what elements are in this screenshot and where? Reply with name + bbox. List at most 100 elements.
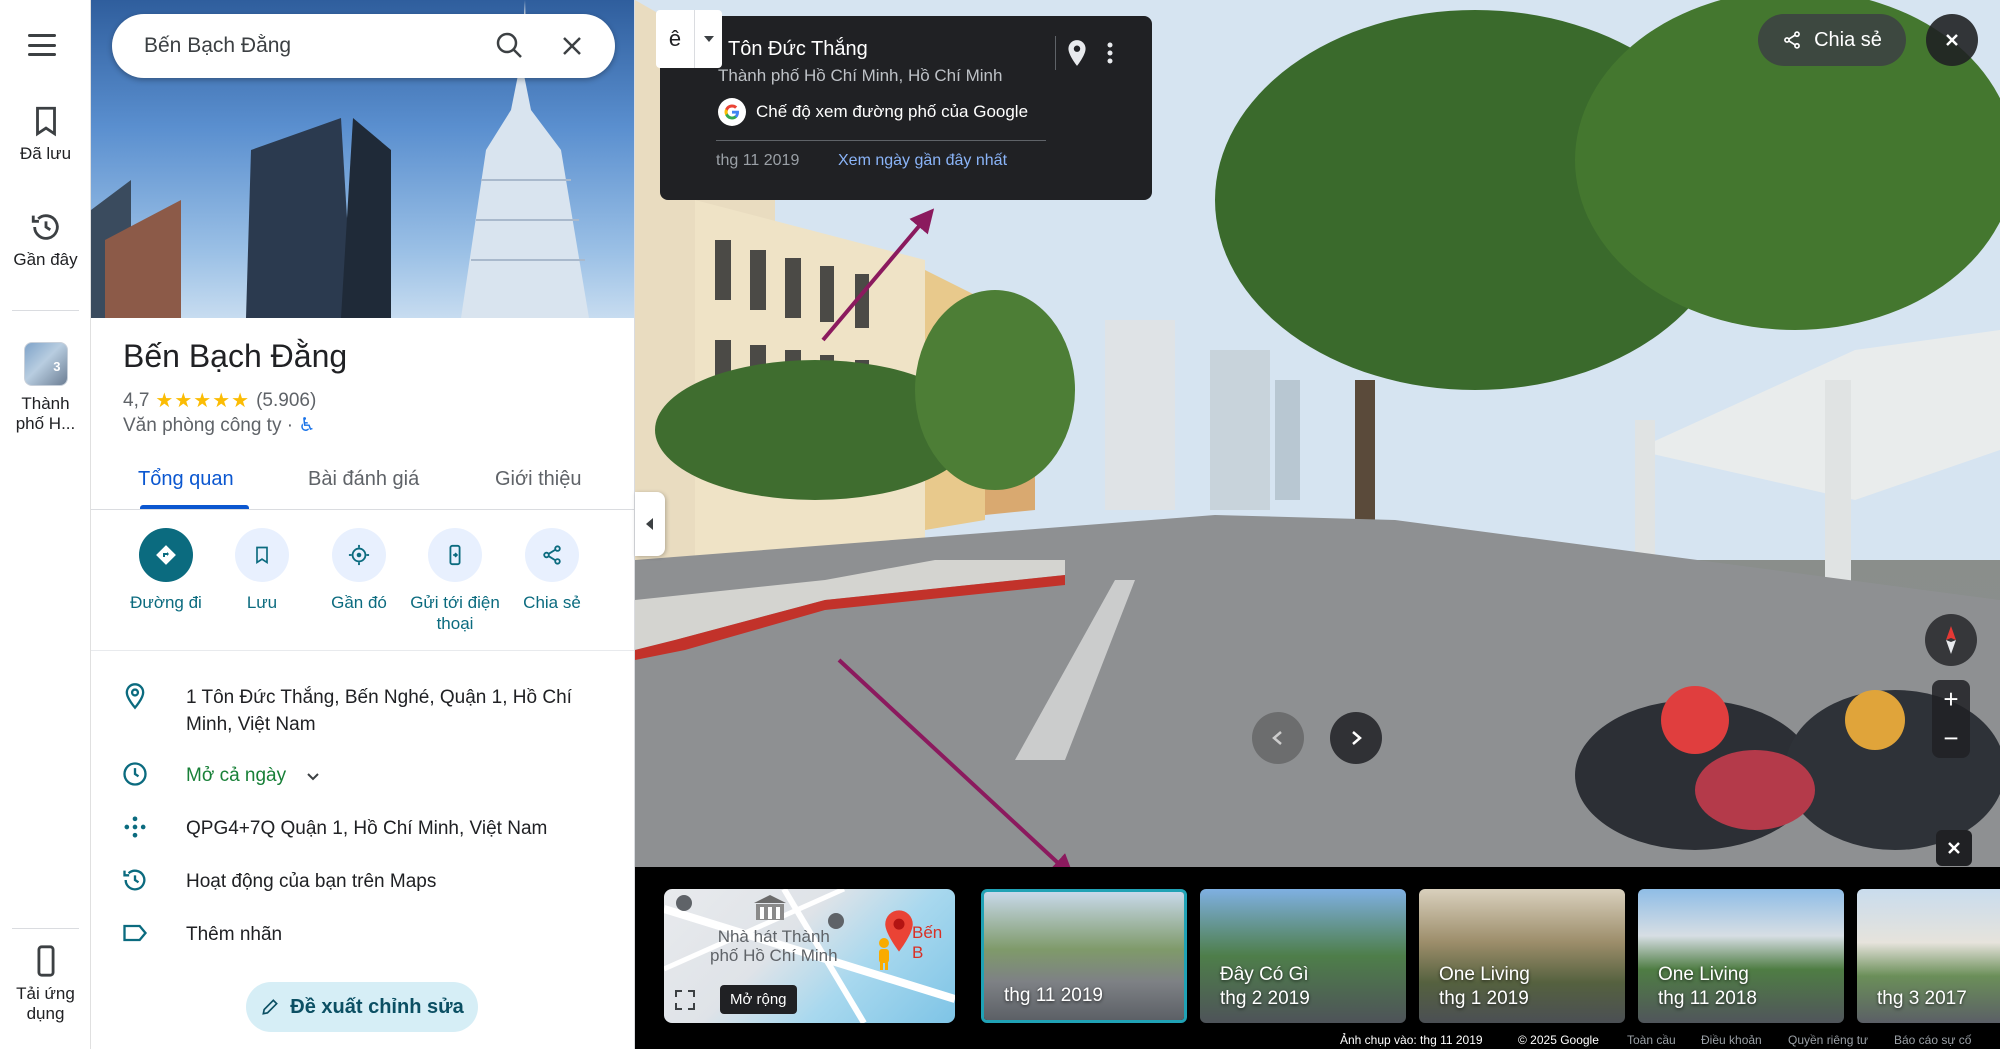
nav-glyph[interactable]: ê xyxy=(656,26,694,52)
activity-text: Hoạt động của bạn trên Maps xyxy=(186,871,437,892)
footer-captured: Ảnh chụp vào: thg 11 2019 xyxy=(1340,1033,1483,1047)
previous-photo-button[interactable] xyxy=(1252,712,1304,764)
pencil-icon xyxy=(262,999,279,1015)
thumbnail-date: thg 3 2017 xyxy=(1877,988,1967,1009)
more-vert-icon[interactable] xyxy=(1100,38,1120,68)
footer-global[interactable]: Toàn cầu xyxy=(1627,1033,1676,1047)
zoom-in-button[interactable]: + xyxy=(1932,680,1970,719)
suggest-edit-button[interactable]: Đề xuất chỉnh sửa xyxy=(246,982,478,1032)
share-button[interactable]: Chia sẻ xyxy=(497,528,607,613)
action-buttons: Đường đi Lưu Gần đó Gửi tới điện thoại C… xyxy=(91,528,634,648)
rating-row[interactable]: 4,7 ★★★★★ (5.906) xyxy=(123,388,316,413)
collapse-panel-button[interactable] xyxy=(635,492,665,556)
compass-icon[interactable] xyxy=(1925,614,1977,666)
chevron-left-icon xyxy=(646,518,653,530)
recent-place-thumbnail: 3 xyxy=(23,342,68,386)
save-button[interactable]: Lưu xyxy=(207,528,317,613)
rail-saved-label: Đã lưu xyxy=(19,144,72,163)
landmark-line-1: Nhà hát Thành xyxy=(717,927,830,946)
recent-place-count: 3 xyxy=(53,359,61,374)
category-label: Văn phòng công ty · xyxy=(123,415,294,436)
search-input[interactable] xyxy=(144,28,464,64)
rail-get-app[interactable]: Tải ứng dụng xyxy=(0,944,91,1024)
street-view-provider: Chế độ xem đường phố của Google xyxy=(756,102,1029,121)
thumbnail-title: Đây Có Gì xyxy=(1220,964,1309,985)
thumbnail-date: thg 1 2019 xyxy=(1439,988,1529,1009)
nav-dropdown[interactable] xyxy=(694,10,722,68)
send-to-phone-label: Gửi tới điện thoại xyxy=(410,593,500,633)
rail-recent-place[interactable]: 3 Thành phố H... xyxy=(0,342,91,434)
thumbnail-title: One Living xyxy=(1658,964,1749,985)
close-icon xyxy=(1946,34,1958,46)
tab-overview[interactable]: Tổng quan xyxy=(138,468,234,491)
directions-label: Đường đi xyxy=(130,593,202,612)
card-separator xyxy=(716,140,1046,141)
place-tabs: Tổng quan Bài đánh giá Giới thiệu xyxy=(91,450,634,510)
menu-icon[interactable] xyxy=(22,30,62,60)
review-count[interactable]: (5.906) xyxy=(256,390,316,412)
nearby-label: Gần đó xyxy=(331,593,387,612)
close-street-view-button[interactable] xyxy=(1926,14,1978,66)
theatre-icon xyxy=(750,893,790,923)
footer-privacy[interactable]: Quyền riêng tư xyxy=(1788,1033,1868,1047)
thumbnail-title: One Living xyxy=(1439,964,1530,985)
tab-reviews[interactable]: Bài đánh giá xyxy=(308,468,419,491)
panel-divider xyxy=(91,650,634,651)
next-photo-button[interactable] xyxy=(1330,712,1382,764)
rating-stars: ★★★★★ xyxy=(155,390,251,412)
history-icon xyxy=(31,214,59,240)
suggest-edit-label: Đề xuất chỉnh sửa xyxy=(290,995,464,1018)
arrow-to-selected-thumbnail xyxy=(837,658,1075,867)
bookmark-icon xyxy=(35,106,56,137)
thumbnail-card[interactable]: Đây Có Gì thg 2 2019 xyxy=(1200,889,1406,1023)
footer-report[interactable]: Báo cáo sự cố xyxy=(1894,1033,1971,1047)
zoom-out-button[interactable]: − xyxy=(1932,719,1970,758)
hours-value: Mở cả ngày xyxy=(186,765,287,786)
close-filmstrip-button[interactable] xyxy=(1936,830,1972,866)
location-pin-icon[interactable] xyxy=(1064,38,1090,68)
hours-text: Mở cả ngày xyxy=(186,762,586,789)
thumbnail-card[interactable]: thg 11 2019 xyxy=(981,889,1187,1023)
google-logo-icon xyxy=(718,98,746,126)
capture-date: thg 11 2019 xyxy=(716,152,800,169)
rail-divider-bottom xyxy=(12,928,79,929)
nearby-button[interactable]: Gần đó xyxy=(304,528,414,613)
street-view-share-button[interactable]: Chia sẻ xyxy=(1758,14,1906,66)
minimap[interactable]: Nhà hát Thành phố Hồ Chí Minh Bến B Mở rộ… xyxy=(664,889,955,1023)
place-hero-photo[interactable] xyxy=(91,0,634,318)
footer-copyright: © 2025 Google xyxy=(1518,1033,1599,1047)
share-icon xyxy=(543,545,561,565)
rail-saved[interactable]: Đã lưu xyxy=(0,104,91,164)
send-to-phone-button[interactable]: Gửi tới điện thoại xyxy=(400,528,510,634)
see-latest-date-link[interactable]: Xem ngày gần đây nhất xyxy=(838,152,1007,170)
thumbnail-date: thg 2 2019 xyxy=(1220,988,1310,1009)
thumbnail-card[interactable]: One Living thg 11 2018 xyxy=(1638,889,1844,1023)
card-divider xyxy=(1055,36,1056,70)
chevron-left-icon xyxy=(1272,731,1282,745)
address-text: 1 Tôn Đức Thắng, Bến Nghé, Quận 1, Hồ Ch… xyxy=(186,687,572,735)
thumbnail-card[interactable]: thg 3 2017 xyxy=(1857,889,2000,1023)
wheelchair-icon[interactable]: ♿ xyxy=(298,415,315,436)
chevron-down-icon[interactable] xyxy=(305,768,321,784)
tab-active-indicator xyxy=(140,505,249,509)
close-icon[interactable] xyxy=(552,26,592,66)
arrow-to-latest-date xyxy=(821,208,935,342)
send-to-phone-icon xyxy=(449,544,461,566)
tab-about[interactable]: Giới thiệu xyxy=(495,468,581,491)
rail-get-app-label: Tải ứng dụng xyxy=(16,984,75,1023)
directions-icon xyxy=(156,545,176,565)
street-view-footer: Ảnh chụp vào: thg 11 2019 © 2025 Google … xyxy=(635,1031,2000,1049)
label-icon xyxy=(123,924,148,942)
search-icon[interactable] xyxy=(490,26,530,66)
footer-terms[interactable]: Điều khoản xyxy=(1701,1033,1762,1047)
pegman-icon xyxy=(879,938,889,970)
directions-button[interactable]: Đường đi xyxy=(111,528,221,613)
label-text: Thêm nhãn xyxy=(186,924,283,945)
expand-map-tooltip[interactable]: Mở rộng xyxy=(720,985,797,1014)
rail-recent[interactable]: Gần đây xyxy=(0,210,91,270)
fullscreen-icon[interactable] xyxy=(674,989,696,1011)
clock-icon xyxy=(123,762,147,786)
thumbnail-card[interactable]: One Living thg 1 2019 xyxy=(1419,889,1625,1023)
phone-icon xyxy=(37,945,54,977)
landmark-line-2: phố Hồ Chí Minh xyxy=(710,946,838,965)
